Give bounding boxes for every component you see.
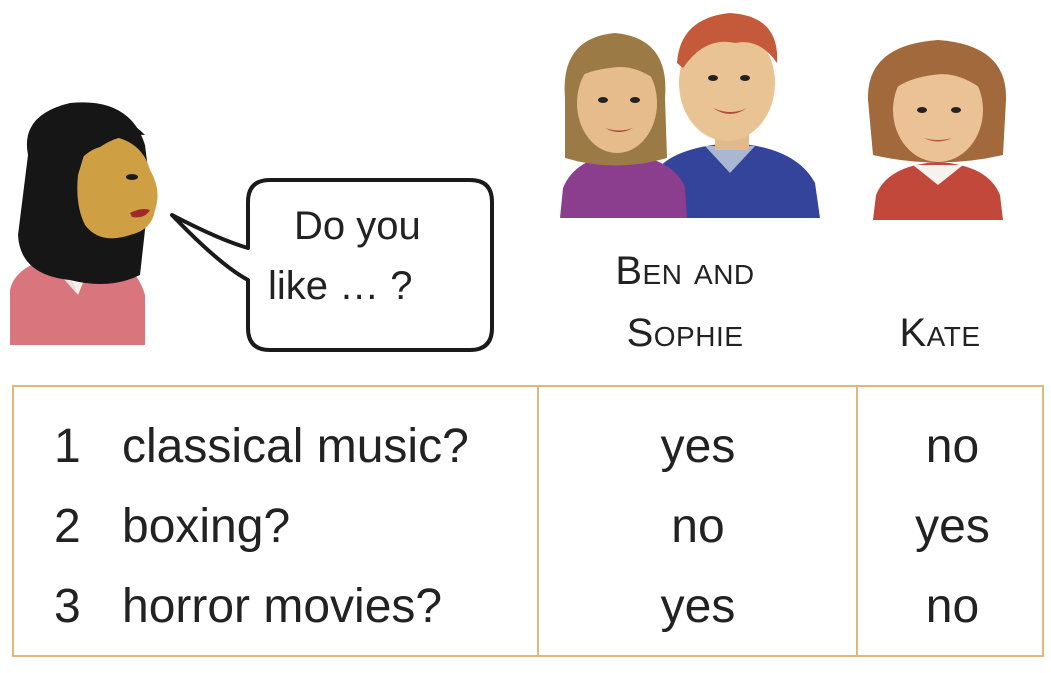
- ben-and-sophie-label-line-1: Ben and: [615, 249, 755, 293]
- bubble-line-1: Do you: [294, 204, 421, 248]
- ben-and-sophie-answer: yes: [660, 420, 736, 473]
- ben-and-sophie-label: Ben and Sophie: [560, 240, 810, 364]
- question-number: 3: [54, 580, 81, 633]
- ben-and-sophie-illustration: [560, 13, 820, 218]
- ben-and-sophie-label-line-2: Sophie: [626, 311, 744, 355]
- kate-answer: no: [925, 420, 980, 473]
- question-text: boxing?: [122, 500, 291, 553]
- question-number: 2: [54, 500, 81, 553]
- question-number: 1: [54, 420, 81, 473]
- ben-and-sophie-answer: no: [671, 500, 725, 553]
- woman-illustration: [10, 102, 158, 345]
- kate-answer: no: [925, 580, 980, 633]
- kate-illustration: [867, 40, 1007, 220]
- question-text: classical music?: [122, 420, 469, 473]
- bubble-line-2: like … ?: [268, 264, 413, 308]
- kate-answer: yes: [915, 500, 990, 553]
- question-text: horror movies?: [122, 580, 443, 633]
- ben-and-sophie-answer: yes: [660, 580, 736, 633]
- speech-bubble-text: Do you like … ?: [268, 196, 488, 316]
- table-row: 3 horror movies? yes no: [14, 567, 1042, 647]
- table-row: 2 boxing? no yes: [14, 487, 1042, 567]
- table-row: 1 classical music? yes no: [14, 407, 1042, 487]
- kate-label: Kate: [899, 311, 981, 355]
- answers-table: 1 classical music? yes no 2 boxing? no y…: [12, 385, 1044, 657]
